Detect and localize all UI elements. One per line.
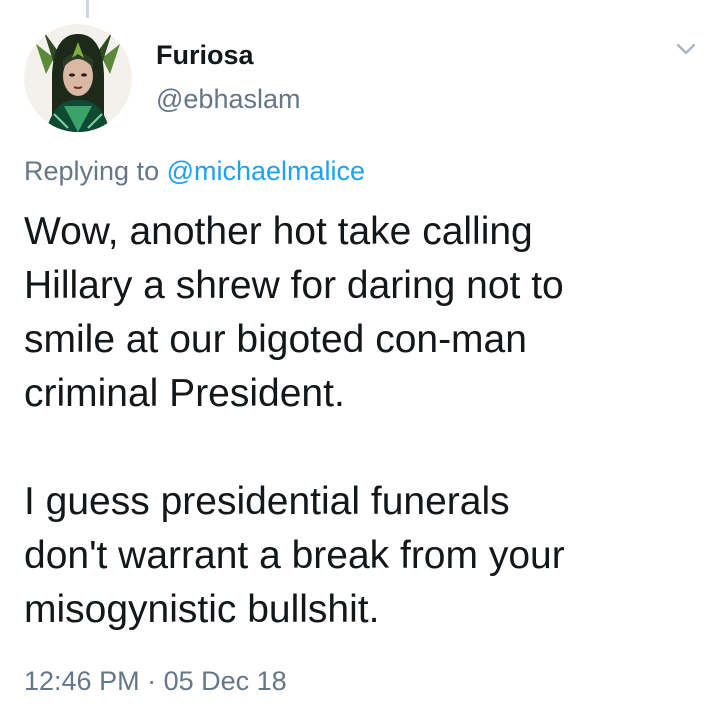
tweet-text-line: Wow, another hot take calling [24, 210, 533, 253]
timestamp-time: 12:46 PM [24, 666, 140, 696]
author-display-name[interactable]: Furiosa [156, 40, 254, 71]
avatar[interactable] [24, 24, 132, 132]
thread-connector-line [86, 0, 89, 18]
reply-context: Replying to @michaelmalice [24, 156, 365, 187]
tweet-text-line: misogynistic bullshit. [24, 588, 380, 631]
tweet-timestamp[interactable]: 12:46 PM · 05 Dec 18 [24, 666, 287, 697]
tweet-text-line: don't warrant a break from your [24, 534, 565, 577]
tweet-body: Wow, another hot take calling Hillary a … [24, 205, 704, 637]
reply-mention-link[interactable]: @michaelmalice [167, 156, 365, 186]
tweet-text-line: smile at our bigoted con-man [24, 318, 527, 361]
paragraph-break [24, 421, 704, 475]
reply-prefix: Replying to [24, 156, 160, 186]
timestamp-date: 05 Dec 18 [163, 666, 287, 696]
author-handle[interactable]: @ebhaslam [156, 84, 300, 115]
chevron-down-icon [676, 43, 696, 55]
timestamp-separator: · [147, 666, 157, 696]
tweet-text-line: Hillary a shrew for daring not to [24, 264, 564, 307]
tweet-menu-button[interactable] [668, 36, 704, 64]
profile-photo [24, 24, 132, 132]
tweet-text-line: I guess presidential funerals [24, 480, 510, 523]
tweet-text-line: criminal President. [24, 372, 345, 415]
